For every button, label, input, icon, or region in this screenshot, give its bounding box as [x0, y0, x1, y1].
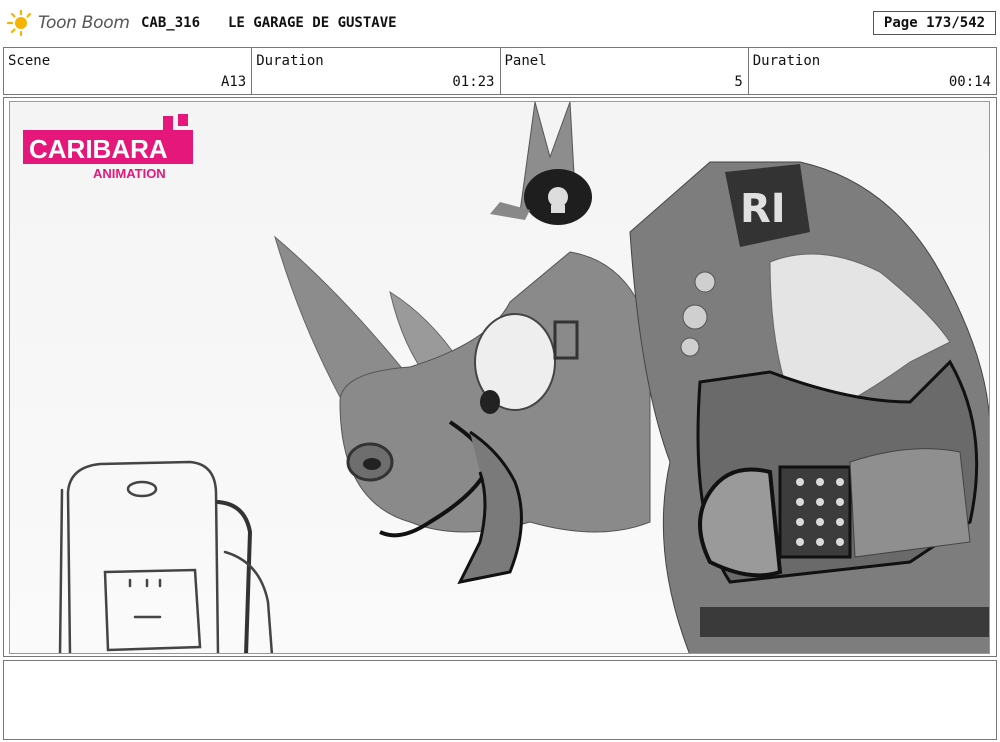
logo-word-caribara: CARIBARA [29, 134, 168, 164]
caribara-watermark-logo: CARIBARA ANIMATION [23, 112, 198, 182]
page-counter: Page 173/542 [873, 11, 996, 35]
scene-label: Scene [8, 53, 51, 69]
project-title: LE GARAGE DE GUSTAVE [228, 15, 397, 31]
panel-value: 5 [734, 74, 743, 90]
panel-cell[interactable]: Panel 5 [501, 48, 749, 94]
sunburst-icon [6, 9, 32, 37]
panel-duration-label: Duration [752, 53, 821, 69]
scene-duration-value: 01:23 [452, 74, 495, 90]
panel-artwork[interactable]: RI [9, 101, 990, 654]
panel-info-bar: Scene A13 Duration 01:23 Panel 5 Duratio… [3, 47, 997, 95]
panel-notes-area[interactable] [3, 660, 997, 740]
logo-word-animation: ANIMATION [93, 166, 166, 181]
rhino-jacket: RI [629, 161, 989, 653]
project-code: CAB_316 [141, 15, 201, 31]
storyboard-drawing: RI [58, 102, 989, 653]
panel-label: Panel [504, 53, 547, 69]
scene-duration-cell[interactable]: Duration 01:23 [252, 48, 501, 94]
scene-duration-label: Duration [256, 53, 324, 69]
rhino-character [274, 102, 651, 585]
storyboard-header: Toon Boom CAB_316 LE GARAGE DE GUSTAVE P… [0, 0, 1000, 46]
panel-duration-value: 00:14 [948, 74, 991, 90]
svg-text:RI: RI [740, 186, 786, 232]
scene-cell[interactable]: Scene A13 [4, 48, 253, 94]
gas-pump-sketch [58, 460, 274, 653]
scene-value: A13 [220, 74, 247, 90]
panel-duration-cell[interactable]: Duration 00:14 [749, 48, 996, 94]
app-name: Toon Boom [38, 13, 130, 33]
toon-boom-logo: Toon Boom [6, 8, 130, 38]
